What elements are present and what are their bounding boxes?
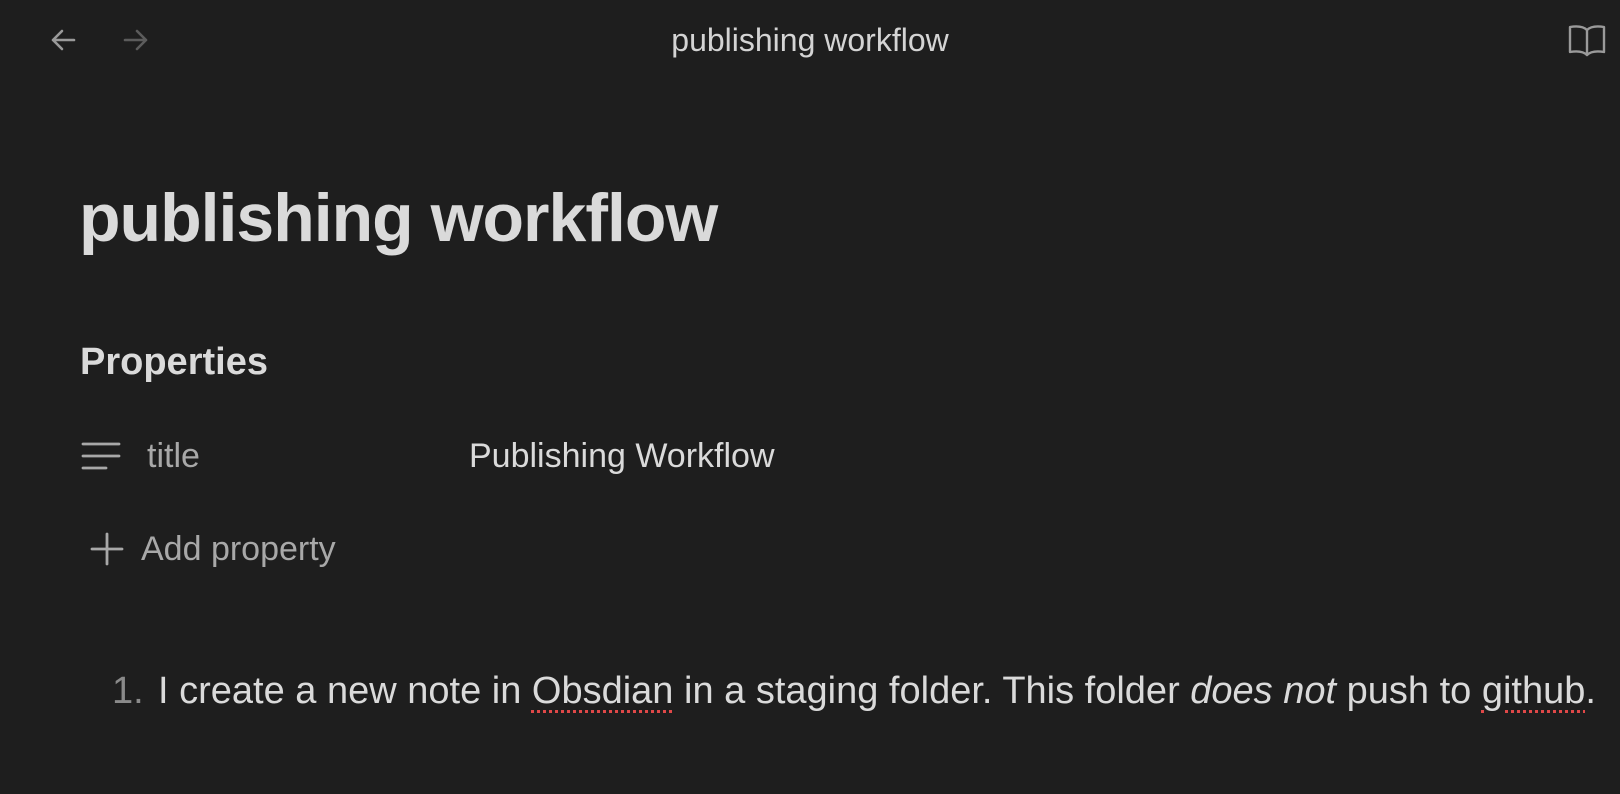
properties-heading[interactable]: Properties bbox=[80, 336, 268, 388]
reading-view-button[interactable] bbox=[1566, 19, 1608, 61]
list-text: . bbox=[1585, 670, 1596, 712]
property-value[interactable]: Publishing Workflow bbox=[469, 430, 775, 482]
list-text: push to bbox=[1336, 670, 1482, 712]
open-book-icon bbox=[1568, 25, 1606, 57]
list-item[interactable]: 1. I create a new note in Obsdian in a s… bbox=[112, 660, 1602, 722]
plus-icon bbox=[90, 532, 124, 566]
misspelled-word[interactable]: github bbox=[1482, 670, 1586, 712]
text-lines-icon[interactable] bbox=[80, 438, 122, 474]
property-key[interactable]: title bbox=[147, 430, 200, 482]
property-row-title[interactable]: title Publishing Workflow bbox=[80, 430, 880, 482]
title-bar: publishing workflow bbox=[0, 0, 1620, 80]
list-text: in a staging folder. This folder bbox=[673, 670, 1191, 712]
note-window: publishing workflow publishing workflow … bbox=[0, 0, 1620, 794]
list-text: I create a new note in bbox=[158, 670, 532, 712]
list-number: 1. bbox=[112, 670, 144, 712]
window-title: publishing workflow bbox=[671, 22, 949, 58]
note-title[interactable]: publishing workflow bbox=[79, 176, 718, 260]
add-property-label: Add property bbox=[141, 530, 336, 568]
emphasis-text: does not bbox=[1190, 670, 1337, 712]
misspelled-word[interactable]: Obsdian bbox=[532, 670, 674, 712]
add-property-button[interactable]: Add property bbox=[89, 523, 336, 575]
ordered-list: 1. I create a new note in Obsdian in a s… bbox=[112, 660, 1602, 722]
